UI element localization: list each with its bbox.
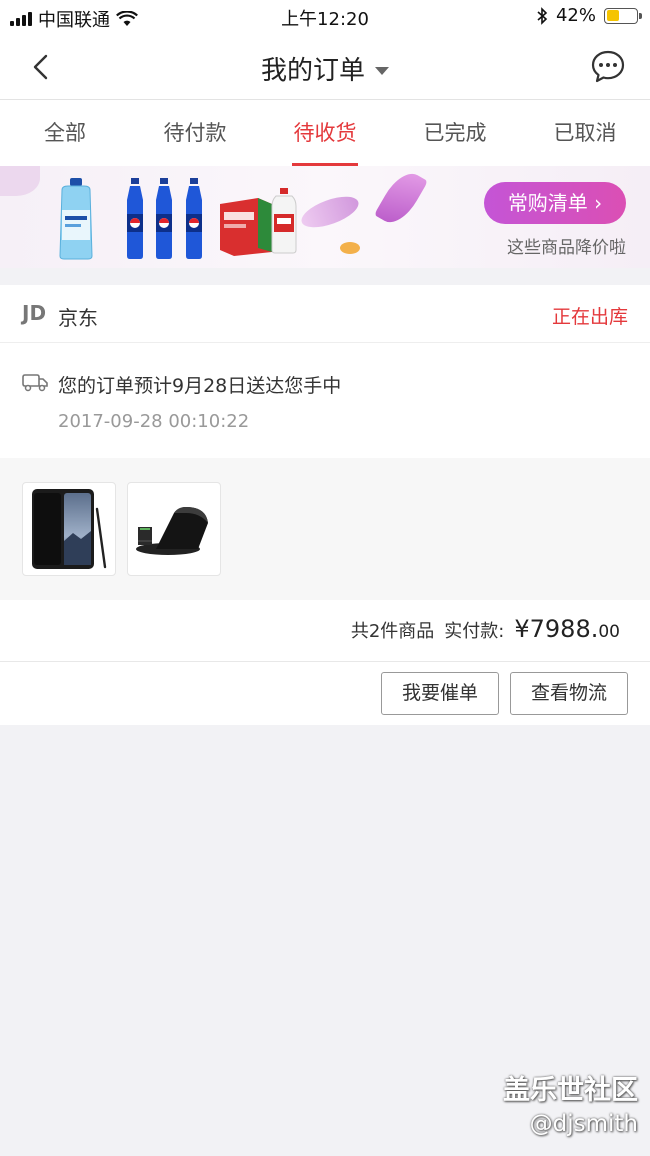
phone-product-image xyxy=(32,489,107,569)
store-header[interactable]: JD 京东 正在出库 xyxy=(0,285,650,343)
amount-main: ¥7988. xyxy=(514,615,599,643)
frequent-purchase-banner[interactable]: 常购清单 › 这些商品降价啦 xyxy=(0,166,650,268)
pepsi-bottle-image xyxy=(156,178,172,259)
battery-percent: 42% xyxy=(555,5,596,26)
frequent-list-label: 常购清单 xyxy=(507,191,588,215)
water-case-image xyxy=(220,198,272,256)
order-products[interactable] xyxy=(0,458,650,600)
tab-completed[interactable]: 已完成 xyxy=(390,100,520,166)
order-tabs: 全部 待付款 待收货 已完成 已取消 xyxy=(0,100,650,166)
paid-label: 实付款: xyxy=(444,621,505,642)
order-actions: 我要催单 查看物流 xyxy=(0,662,650,725)
tab-cancelled[interactable]: 已取消 xyxy=(520,100,650,166)
washer-fluid-bottle-image xyxy=(59,178,93,260)
product-thumbnail[interactable] xyxy=(22,482,116,576)
water-jug-image xyxy=(271,188,297,254)
delivery-info[interactable]: 您的订单预计9月28日送达您手中 2017-09-28 00:10:22 xyxy=(0,343,650,458)
watermark-title: 盖乐世社区 xyxy=(503,1075,638,1106)
frequent-list-button[interactable]: 常购清单 › xyxy=(484,182,626,224)
store-name: 京东 xyxy=(58,306,98,330)
urge-order-button[interactable]: 我要催单 xyxy=(381,672,499,715)
amount-cents: 00 xyxy=(598,622,620,642)
battery-icon xyxy=(604,7,642,24)
chevron-right-icon: › xyxy=(594,191,603,215)
banner-decoration xyxy=(340,242,360,254)
chat-bubble-icon[interactable] xyxy=(590,48,626,84)
banner-decoration xyxy=(374,166,428,230)
pepsi-bottle-image xyxy=(186,178,202,259)
item-count: 共2件商品 xyxy=(350,621,435,642)
tab-pending-payment[interactable]: 待付款 xyxy=(130,100,260,166)
bluetooth-icon xyxy=(537,6,548,25)
watermark-handle: @djsmith xyxy=(529,1111,638,1137)
tab-all[interactable]: 全部 xyxy=(0,100,130,166)
delivery-timestamp: 2017-09-28 00:10:22 xyxy=(58,411,250,432)
order-total-summary: 共2件商品 实付款: ¥7988.00 xyxy=(351,615,620,643)
banner-decoration xyxy=(0,166,40,196)
page-title-area: 我的订单 xyxy=(0,50,650,87)
watermark: 盖乐世社区 @djsmith xyxy=(503,1068,638,1137)
tab-pending-receipt[interactable]: 待收货 xyxy=(260,100,390,166)
paid-amount: ¥7988.00 xyxy=(514,615,620,643)
caret-down-icon xyxy=(375,66,389,75)
page-title: 我的订单 xyxy=(260,56,365,86)
banner-subtitle: 这些商品降价啦 xyxy=(507,238,626,258)
nav-bar: 我的订单 xyxy=(0,34,650,100)
order-total: 共2件商品 实付款: ¥7988.00 xyxy=(0,600,650,662)
pepsi-bottle-image xyxy=(127,178,143,259)
store-logo-icon: JD xyxy=(22,301,47,325)
order-type-dropdown[interactable]: 我的订单 xyxy=(261,50,389,87)
truck-icon xyxy=(22,374,48,392)
order-status-label: 正在出库 xyxy=(551,306,628,328)
wireless-charger-product-image xyxy=(136,507,208,555)
status-bar: 中国联通 上午12:20 42% xyxy=(0,0,650,34)
battery-level xyxy=(606,10,619,21)
view-logistics-button[interactable]: 查看物流 xyxy=(510,672,628,715)
delivery-message: 您的订单预计9月28日送达您手中 xyxy=(58,375,342,397)
product-thumbnail[interactable] xyxy=(127,482,221,576)
status-bar-right: 42% xyxy=(536,5,642,26)
banner-decoration xyxy=(297,190,363,234)
